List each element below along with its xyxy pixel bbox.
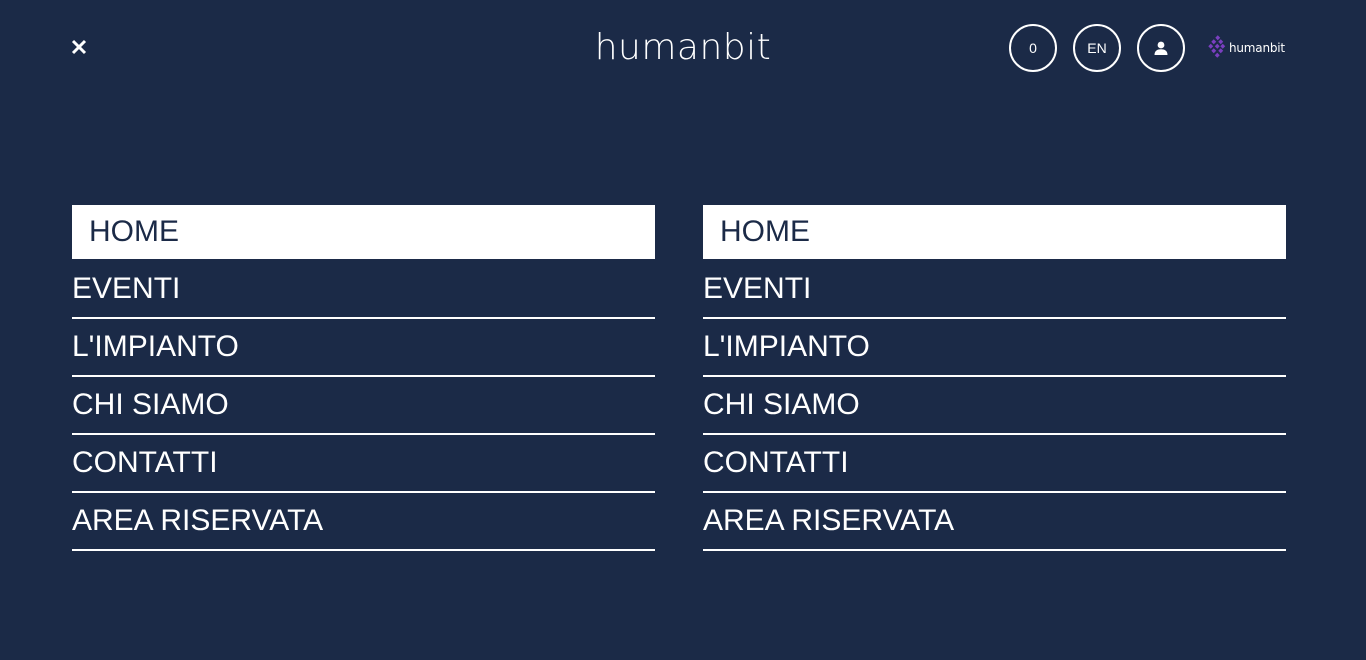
menu-item-contatti[interactable]: CONTATTI bbox=[703, 435, 1286, 493]
menu-item-label: EVENTI bbox=[703, 272, 812, 305]
menu-item-label: EVENTI bbox=[72, 272, 181, 305]
user-button[interactable] bbox=[1137, 24, 1185, 72]
mini-logo-text: humanbit bbox=[1229, 41, 1285, 55]
cart-count: 0 bbox=[1029, 40, 1037, 56]
menu-item-chi-siamo[interactable]: CHI SIAMO bbox=[72, 377, 655, 435]
language-label: EN bbox=[1087, 40, 1107, 56]
close-button[interactable] bbox=[68, 36, 90, 58]
brand-logo[interactable]: humanbit bbox=[595, 27, 772, 68]
menu-item-label: L'IMPIANTO bbox=[72, 330, 239, 363]
menu-item-label: HOME bbox=[89, 215, 179, 248]
humanbit-logo-link[interactable]: humanbit bbox=[1208, 34, 1285, 62]
menu-item-contatti[interactable]: CONTATTI bbox=[72, 435, 655, 493]
humanbit-logo-icon bbox=[1208, 35, 1226, 58]
menu-item-home[interactable]: HOME bbox=[703, 205, 1286, 261]
menu-overlay: humanbit 0 EN humanbit HOME EVENTI L'IMP… bbox=[0, 0, 1366, 660]
menu-item-label: AREA RISERVATA bbox=[72, 504, 324, 537]
menu-item-eventi[interactable]: EVENTI bbox=[703, 261, 1286, 319]
menu-item-area-riservata[interactable]: AREA RISERVATA bbox=[703, 493, 1286, 551]
menu-item-label: AREA RISERVATA bbox=[703, 504, 955, 537]
close-icon bbox=[71, 39, 87, 55]
user-icon bbox=[1154, 41, 1168, 55]
menu-item-label: HOME bbox=[720, 215, 810, 248]
menu-item-eventi[interactable]: EVENTI bbox=[72, 261, 655, 319]
menu-item-label: CONTATTI bbox=[72, 446, 218, 479]
language-button[interactable]: EN bbox=[1073, 24, 1121, 72]
main-menu-right: HOME EVENTI L'IMPIANTO CHI SIAMO CONTATT… bbox=[703, 205, 1286, 551]
menu-item-label: L'IMPIANTO bbox=[703, 330, 870, 363]
menu-item-label: CONTATTI bbox=[703, 446, 849, 479]
main-menu-left: HOME EVENTI L'IMPIANTO CHI SIAMO CONTATT… bbox=[72, 205, 655, 551]
menu-item-label: CHI SIAMO bbox=[703, 388, 860, 421]
menu-item-label: CHI SIAMO bbox=[72, 388, 229, 421]
menu-item-chi-siamo[interactable]: CHI SIAMO bbox=[703, 377, 1286, 435]
menu-item-impianto[interactable]: L'IMPIANTO bbox=[703, 319, 1286, 377]
menu-item-area-riservata[interactable]: AREA RISERVATA bbox=[72, 493, 655, 551]
menu-item-home[interactable]: HOME bbox=[72, 205, 655, 261]
cart-button[interactable]: 0 bbox=[1009, 24, 1057, 72]
menu-item-impianto[interactable]: L'IMPIANTO bbox=[72, 319, 655, 377]
